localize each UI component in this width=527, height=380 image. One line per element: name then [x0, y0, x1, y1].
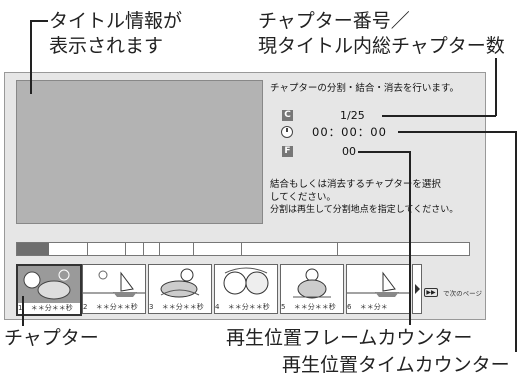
chapter-thumbnail-6[interactable]: 6 ＊＊分＊: [346, 264, 410, 314]
leader-title-info-v: [30, 20, 32, 94]
timeline-segment[interactable]: [241, 243, 242, 255]
callout-chapter-number-line1: チャプター番号／: [258, 10, 410, 32]
next-page-label: で次のページ: [443, 289, 482, 298]
screen-header: チャプターの分割・結合・消去を行います。: [270, 83, 459, 94]
clock-icon: [281, 126, 293, 138]
callout-title-info-line1: タイトル情報が: [49, 10, 183, 32]
leader-chapter-number-v: [495, 58, 497, 116]
leader-chapter: [22, 296, 24, 326]
callout-frame-counter: 再生位置フレームカウンター: [226, 327, 473, 349]
fast-forward-icon: ▶▶: [424, 288, 438, 297]
chapter-3-number: 3: [149, 303, 154, 311]
instruction-line-1: 結合もしくは消去するチャプターを選択: [270, 179, 441, 190]
leader-time-counter-h: [398, 131, 516, 133]
leader-chapter-number-h: [382, 115, 496, 117]
chapter-5-image: [293, 268, 331, 299]
chapter-1-time: ＊＊分＊＊秒: [30, 304, 73, 312]
chapter-6-time: ＊＊分＊: [359, 303, 388, 311]
callout-chapter: チャプター: [4, 327, 99, 349]
chapter-timeline[interactable]: [16, 242, 470, 256]
callout-title-info-line2: 表示されます: [49, 35, 164, 57]
callout-chapter-number-line2: 現タイトル内総チャプター数: [258, 35, 505, 57]
chapter-2-number: 2: [83, 303, 88, 311]
chapter-5-number: 5: [281, 303, 286, 311]
instruction-line-3: 分割は再生して分割地点を指定してください。: [270, 205, 459, 215]
timeline-segment[interactable]: [87, 243, 88, 255]
chapter-thumbnail-1[interactable]: 1 ＊＊分＊＊秒: [16, 264, 82, 316]
chapter-4-time: ＊＊分＊＊秒: [227, 303, 270, 311]
chapter-icon: C: [282, 110, 293, 121]
chapter-thumbnail-3[interactable]: 3 ＊＊分＊＊秒: [148, 264, 212, 314]
chapter-1-image: [23, 269, 71, 300]
timeline-segment[interactable]: [125, 243, 126, 255]
chapter-4-image: [223, 267, 269, 295]
chapter-2-time: ＊＊分＊＊秒: [95, 303, 138, 311]
frame-icon: F: [282, 146, 293, 157]
chapter-6-number: 6: [347, 303, 352, 311]
timeline-selected-segment: [17, 243, 49, 255]
time-counter: 00：00：00: [312, 125, 387, 139]
next-page-button[interactable]: ▶▶ で次のページ: [424, 282, 482, 301]
chapter-4-number: 4: [215, 303, 220, 311]
chapter-thumbnail-2[interactable]: 2 ＊＊分＊＊秒: [82, 264, 146, 314]
next-page-arrow[interactable]: [412, 264, 422, 314]
chapter-counter: 1/25: [340, 109, 365, 122]
leader-time-counter-v: [515, 131, 517, 352]
timeline-segment[interactable]: [143, 243, 144, 255]
leader-frame-counter-v: [409, 151, 411, 325]
chapter-5-time: ＊＊分＊＊秒: [293, 303, 336, 311]
frame-counter: 00: [342, 145, 356, 158]
timeline-segment[interactable]: [337, 243, 338, 255]
leader-title-info-h: [30, 20, 48, 22]
arrow-right-icon: [415, 284, 420, 294]
timeline-segment[interactable]: [193, 243, 194, 255]
leader-frame-counter-h: [358, 151, 410, 153]
instruction-line-2: してください。: [270, 192, 336, 203]
timeline-segment[interactable]: [159, 243, 160, 255]
chapter-thumbnail-5[interactable]: 5 ＊＊分＊＊秒: [280, 264, 344, 314]
chapter-3-time: ＊＊分＊＊秒: [161, 303, 204, 311]
chapter-6-image: [347, 271, 409, 297]
chapter-3-image: [160, 268, 200, 298]
chapter-thumbnail-4[interactable]: 4 ＊＊分＊＊秒: [214, 264, 278, 314]
chapter-2-image: [83, 270, 145, 297]
chapter-thumbnail-strip: 1 ＊＊分＊＊秒 2 ＊＊分＊＊秒 3 ＊＊分＊＊秒 4 ＊＊分＊＊秒 5 ＊＊…: [14, 260, 482, 316]
video-preview: [16, 80, 263, 224]
callout-time-counter: 再生位置タイムカウンター: [282, 354, 510, 376]
